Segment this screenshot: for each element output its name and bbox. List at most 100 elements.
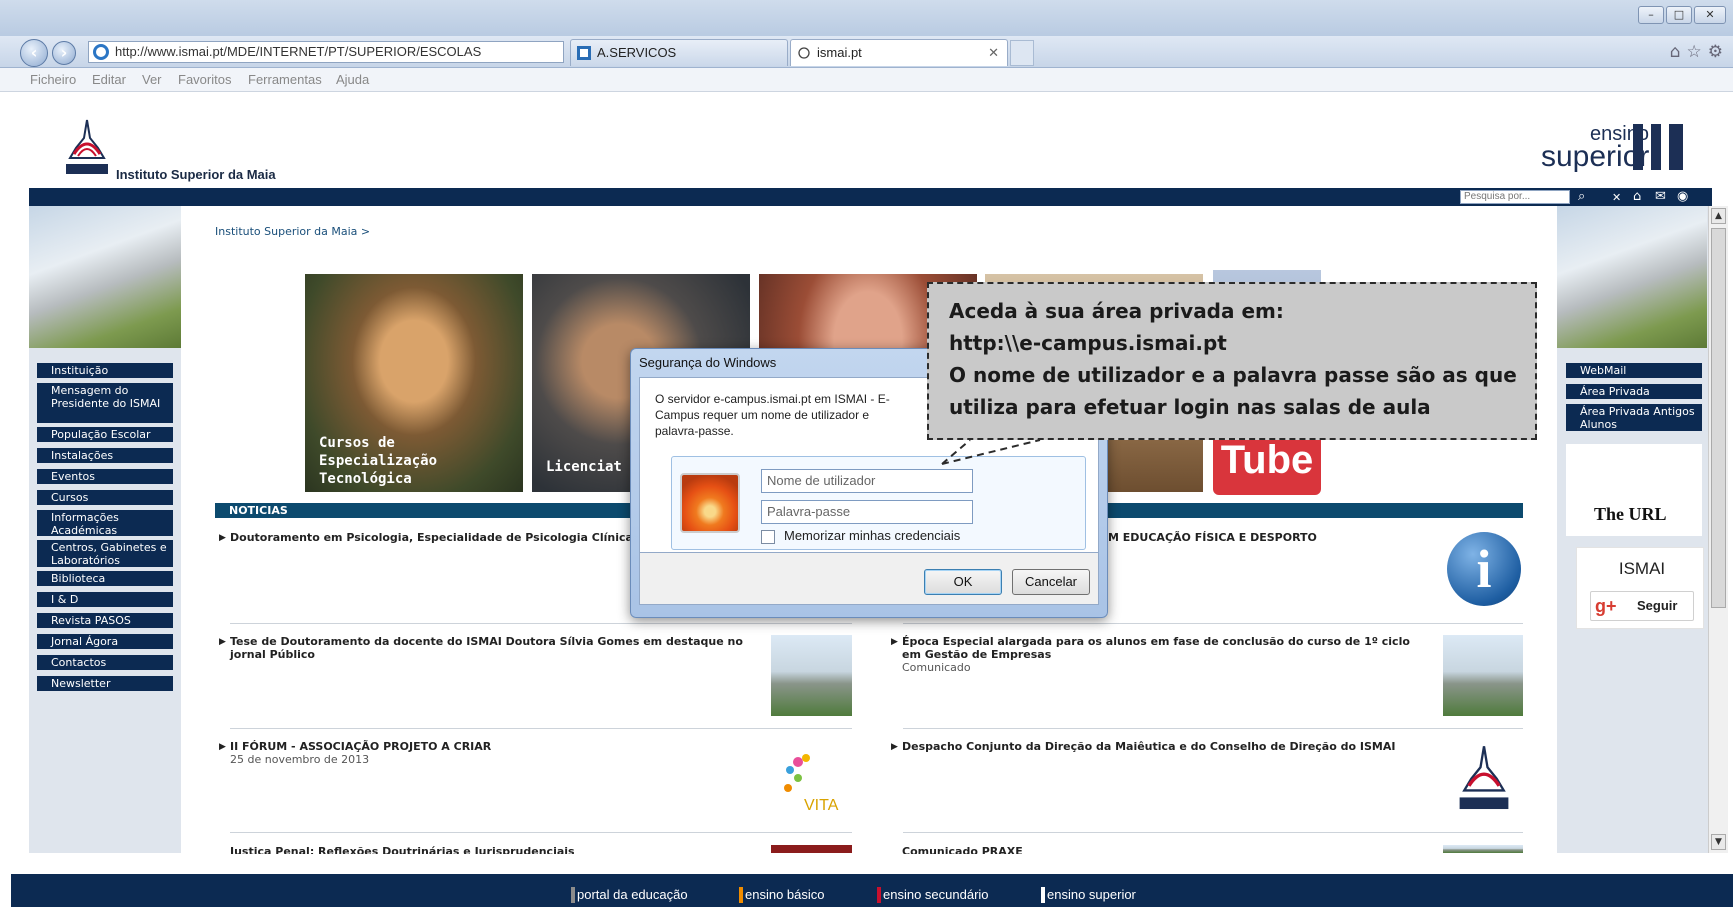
footer-link-portal[interactable]: portal da educação [571, 887, 688, 903]
nav-mensagem-presidente[interactable]: Mensagem do Presidente do ISMAI [37, 383, 173, 423]
mail-icon[interactable]: ✉ [1655, 189, 1666, 204]
scroll-down-icon[interactable]: ▼ [1711, 834, 1726, 850]
address-bar[interactable]: http://www.ismai.pt/MDE/INTERNET/PT/SUPE… [88, 41, 564, 63]
user-avatar-icon [680, 473, 740, 533]
bullet-arrow-icon: ▶ [891, 742, 898, 752]
ismai-logo-icon [1459, 746, 1509, 810]
nav-biblioteca[interactable]: Biblioteca [37, 571, 173, 586]
google-plus-follow-button[interactable]: g+ Seguir [1590, 591, 1694, 621]
forward-button[interactable]: › [52, 41, 76, 65]
divider [903, 832, 1523, 833]
maximize-button[interactable]: □ [1666, 6, 1692, 24]
nav-informacoes-academicas[interactable]: Informações Académicas [37, 510, 173, 537]
close-tab-icon[interactable]: ✕ [988, 40, 999, 66]
dialog-message: O servidor e-campus.ismai.pt em ISMAI - … [655, 392, 890, 438]
logo-name[interactable]: Instituto Superior da Maia [116, 167, 276, 182]
nav-newsletter[interactable]: Newsletter [37, 676, 173, 691]
nav-instalacoes[interactable]: Instalações [37, 448, 173, 463]
tab-a-servicos[interactable]: A.SERVICOS [570, 39, 788, 66]
nav-jornal-agora[interactable]: Jornal Ágora [37, 634, 173, 649]
footer-link-secundario[interactable]: ensino secundário [877, 887, 989, 903]
news-item[interactable]: ▶ Tese de Doutoramento da docente do ISM… [219, 635, 750, 661]
back-button[interactable]: ‹ [20, 39, 48, 67]
breadcrumb[interactable]: Instituto Superior da Maia > [215, 225, 370, 238]
nav-instituicao[interactable]: Instituição [37, 363, 173, 378]
search-input[interactable]: Pesquisa por... [1460, 190, 1570, 204]
news-thumbnail[interactable] [1443, 845, 1523, 853]
nav-populacao-escolar[interactable]: População Escolar [37, 427, 173, 442]
menu-favoritos[interactable]: Favoritos [178, 72, 231, 87]
news-thumbnail[interactable] [771, 845, 852, 853]
instruction-callout: Aceda à sua área privada em: http:\\e-ca… [927, 282, 1537, 440]
uk-flag-icon[interactable]: ✕ [1612, 191, 1621, 204]
remember-credentials-label[interactable]: Memorizar minhas credenciais [784, 528, 960, 543]
campus-photo-right [1557, 206, 1707, 348]
address-url: http://www.ismai.pt/MDE/INTERNET/PT/SUPE… [115, 44, 482, 59]
menu-ajuda[interactable]: Ajuda [336, 72, 369, 87]
page-scrollbar[interactable]: ▲ ▼ [1708, 206, 1728, 853]
bullet-arrow-icon: ▶ [891, 637, 898, 647]
news-item[interactable]: ▶ Despacho Conjunto da Direção da Maiêut… [891, 740, 1422, 753]
dialog-title: Segurança do Windows [639, 355, 777, 370]
gear-icon[interactable]: ⚙ [1708, 42, 1729, 62]
news-item[interactable]: M EDUCAÇÃO FÍSICA E DESPORTO [1108, 531, 1408, 544]
nav-i-d[interactable]: I & D [37, 592, 173, 607]
tab-ismai[interactable]: ismai.pt ✕ [790, 39, 1008, 66]
tile-cursos-especializacao[interactable]: Cursos de Especialização Tecnológica [305, 274, 523, 492]
search-icon[interactable]: ⌕ [1578, 189, 1585, 204]
menu-ficheiro[interactable]: Ficheiro [30, 72, 76, 87]
news-item[interactable]: ▶ Doutoramento em Psicologia, Especialid… [219, 531, 680, 544]
home-icon[interactable]: ⌂ [1633, 189, 1641, 204]
nav-eventos[interactable]: Eventos [37, 469, 173, 484]
news-thumbnail[interactable] [1443, 635, 1523, 716]
eye-icon[interactable]: ◉ [1677, 189, 1688, 204]
password-field[interactable]: Palavra-passe [761, 500, 973, 524]
scrollbar-thumb[interactable] [1711, 228, 1726, 608]
menu-ferramentas[interactable]: Ferramentas [248, 72, 322, 87]
google-plus-title: ISMAI [1618, 559, 1666, 578]
new-tab-button[interactable] [1010, 40, 1034, 66]
news-item[interactable]: ▶ II FÓRUM - ASSOCIAÇÃO PROJETO A CRIAR … [219, 740, 750, 766]
news-item[interactable]: ▶ Comunicado PRAXE [902, 845, 1422, 854]
divider [230, 623, 852, 624]
minimize-button[interactable]: – [1638, 6, 1664, 24]
remember-credentials-checkbox[interactable] [761, 530, 775, 544]
news-thumbnail[interactable] [771, 635, 852, 716]
menu-bar: Ficheiro Editar Ver Favoritos Ferramenta… [0, 68, 1733, 92]
callout-line: http:\\e-campus.ismai.pt [949, 331, 1227, 355]
scroll-up-icon[interactable]: ▲ [1711, 208, 1726, 224]
follow-label: Seguir [1637, 598, 1678, 613]
close-window-button[interactable]: ✕ [1694, 6, 1726, 24]
bullet-arrow-icon: ▶ [219, 637, 226, 647]
nav-area-privada-antigos[interactable]: Área Privada Antigos Alunos [1566, 404, 1702, 431]
favorites-star-icon[interactable]: ☆ [1687, 42, 1708, 62]
nav-cursos[interactable]: Cursos [37, 490, 173, 505]
bullet-arrow-icon: ▶ [219, 742, 226, 752]
menu-ver[interactable]: Ver [142, 72, 162, 87]
window-titlebar: – □ ✕ [0, 0, 1733, 36]
menu-editar[interactable]: Editar [92, 72, 126, 87]
callout-line: utiliza para efetuar login nas salas de … [949, 395, 1431, 419]
nav-revista-pasos[interactable]: Revista PASOS [37, 613, 173, 628]
divider [903, 728, 1523, 729]
projeto-vita-logo-icon[interactable]: VITA [776, 748, 846, 816]
footer-link-superior[interactable]: ensino superior [1041, 887, 1136, 903]
nav-centros-gabinetes[interactable]: Centros, Gabinetes e Laboratórios [37, 540, 173, 567]
nav-webmail[interactable]: WebMail [1566, 363, 1702, 378]
info-icon: i [1447, 532, 1521, 606]
nav-contactos[interactable]: Contactos [37, 655, 173, 670]
bullet-arrow-icon: ▶ [219, 533, 226, 543]
news-item[interactable]: ▶ Justiça Penal: Reflexões Doutrinárias … [230, 845, 750, 854]
footer-link-basico[interactable]: ensino básico [739, 887, 825, 903]
navigation-bar: ‹ › http://www.ismai.pt/MDE/INTERNET/PT/… [0, 36, 1733, 68]
nav-area-privada[interactable]: Área Privada [1566, 384, 1702, 399]
ok-button[interactable]: OK [924, 569, 1002, 595]
news-item[interactable]: ▶ Época Especial alargada para os alunos… [891, 635, 1422, 674]
campus-photo [29, 206, 181, 348]
cancel-button[interactable]: Cancelar [1012, 569, 1090, 595]
ismai-logo-icon[interactable] [64, 118, 110, 180]
tile-caption: Licenciat [546, 459, 622, 475]
home-icon[interactable]: ⌂ [1670, 42, 1687, 62]
footer-bar [11, 874, 1733, 907]
dialog-footer: OK Cancelar [639, 553, 1099, 605]
